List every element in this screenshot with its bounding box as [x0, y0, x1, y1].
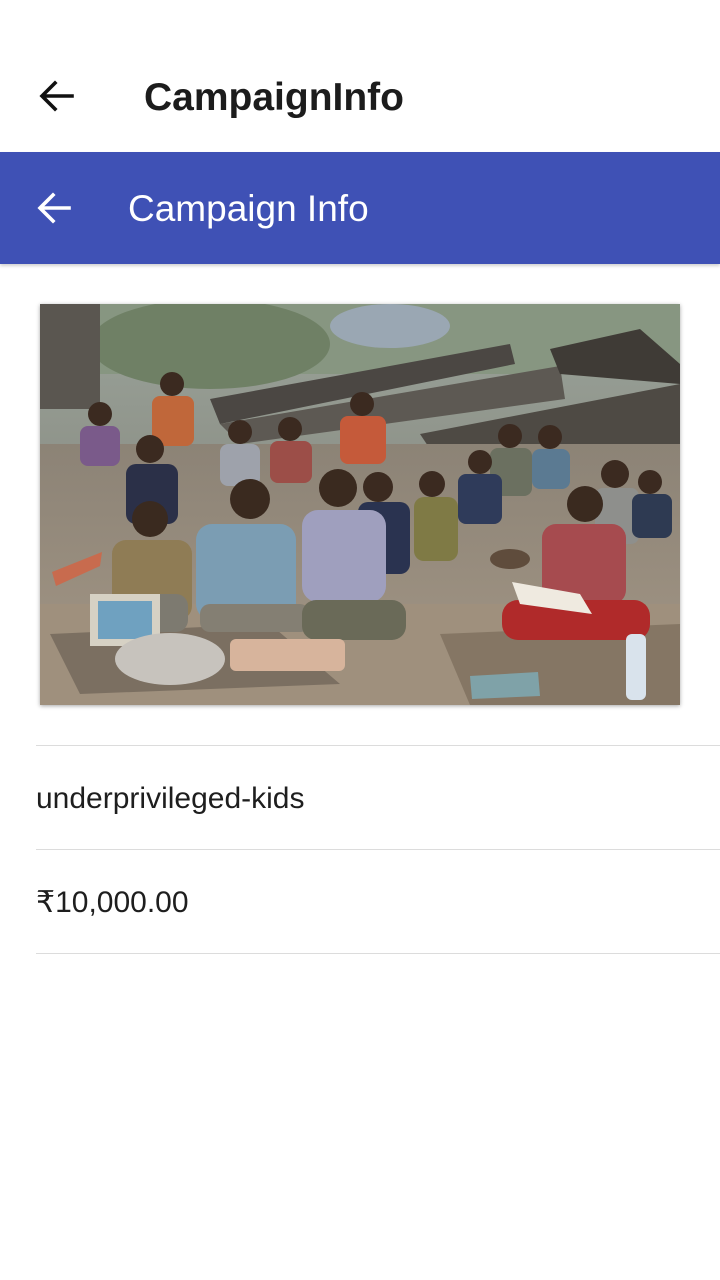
- toolbar-back-button[interactable]: [34, 188, 74, 228]
- arrow-left-icon: [39, 80, 74, 112]
- campaign-photo: [40, 304, 680, 705]
- app-action-bar: CampaignInfo: [0, 0, 720, 152]
- back-button[interactable]: [36, 76, 76, 116]
- app-bar-title: CampaignInfo: [144, 76, 404, 119]
- campaign-image: [40, 304, 680, 705]
- arrow-left-icon: [37, 192, 71, 224]
- campaign-amount: ₹10,000.00: [36, 886, 189, 919]
- campaign-toolbar: Campaign Info: [0, 152, 720, 264]
- divider: [36, 849, 720, 850]
- campaign-info-screen: CampaignInfo Campaign Info underprivileg…: [0, 0, 720, 1280]
- campaign-name: underprivileged-kids: [36, 782, 305, 815]
- divider: [36, 953, 720, 954]
- divider: [36, 745, 720, 746]
- toolbar-title: Campaign Info: [128, 188, 369, 229]
